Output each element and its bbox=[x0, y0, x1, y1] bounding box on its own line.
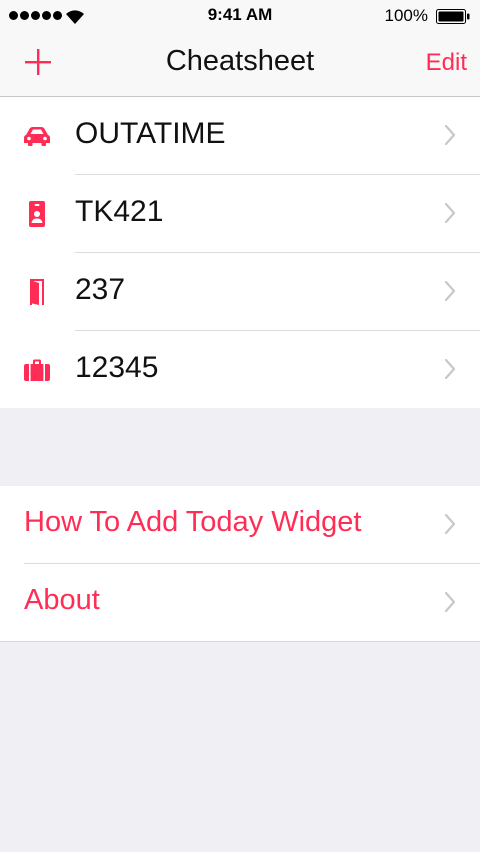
cheat-label: 237 bbox=[75, 273, 126, 306]
info-links-list: How To Add Today Widget About bbox=[0, 486, 480, 642]
chevron-right-icon bbox=[444, 591, 456, 613]
cheat-label: TK421 bbox=[75, 195, 164, 228]
cheat-row-12345[interactable]: 12345 bbox=[0, 331, 480, 409]
chevron-right-icon bbox=[444, 513, 456, 535]
link-label: About bbox=[24, 584, 100, 616]
link-label: How To Add Today Widget bbox=[24, 506, 362, 538]
cheat-row-237[interactable]: 237 bbox=[0, 253, 480, 331]
status-bar: 9:41 AM 100% bbox=[0, 0, 480, 32]
cheat-label: 12345 bbox=[75, 351, 159, 384]
battery-icon bbox=[436, 9, 470, 24]
door-icon bbox=[30, 279, 44, 305]
navigation-bar: Cheatsheet Edit bbox=[0, 32, 480, 97]
chevron-right-icon bbox=[444, 124, 456, 146]
cheat-row-tk421[interactable]: TK421 bbox=[0, 175, 480, 253]
about-row[interactable]: About bbox=[0, 564, 480, 642]
briefcase-icon bbox=[24, 359, 50, 381]
id-badge-icon bbox=[29, 201, 45, 227]
cheats-list: OUTATIME TK421 237 12345 bbox=[0, 97, 480, 408]
chevron-right-icon bbox=[444, 202, 456, 224]
cheat-label: OUTATIME bbox=[75, 117, 226, 150]
page-title: Cheatsheet bbox=[165, 45, 315, 77]
battery-percentage: 100% bbox=[384, 6, 428, 25]
chevron-right-icon bbox=[444, 358, 456, 380]
how-to-add-widget-row[interactable]: How To Add Today Widget bbox=[0, 486, 480, 564]
cheat-row-outatime[interactable]: OUTATIME bbox=[0, 97, 480, 175]
edit-button[interactable]: Edit bbox=[426, 49, 467, 77]
car-icon bbox=[24, 127, 50, 146]
chevron-right-icon bbox=[444, 280, 456, 302]
